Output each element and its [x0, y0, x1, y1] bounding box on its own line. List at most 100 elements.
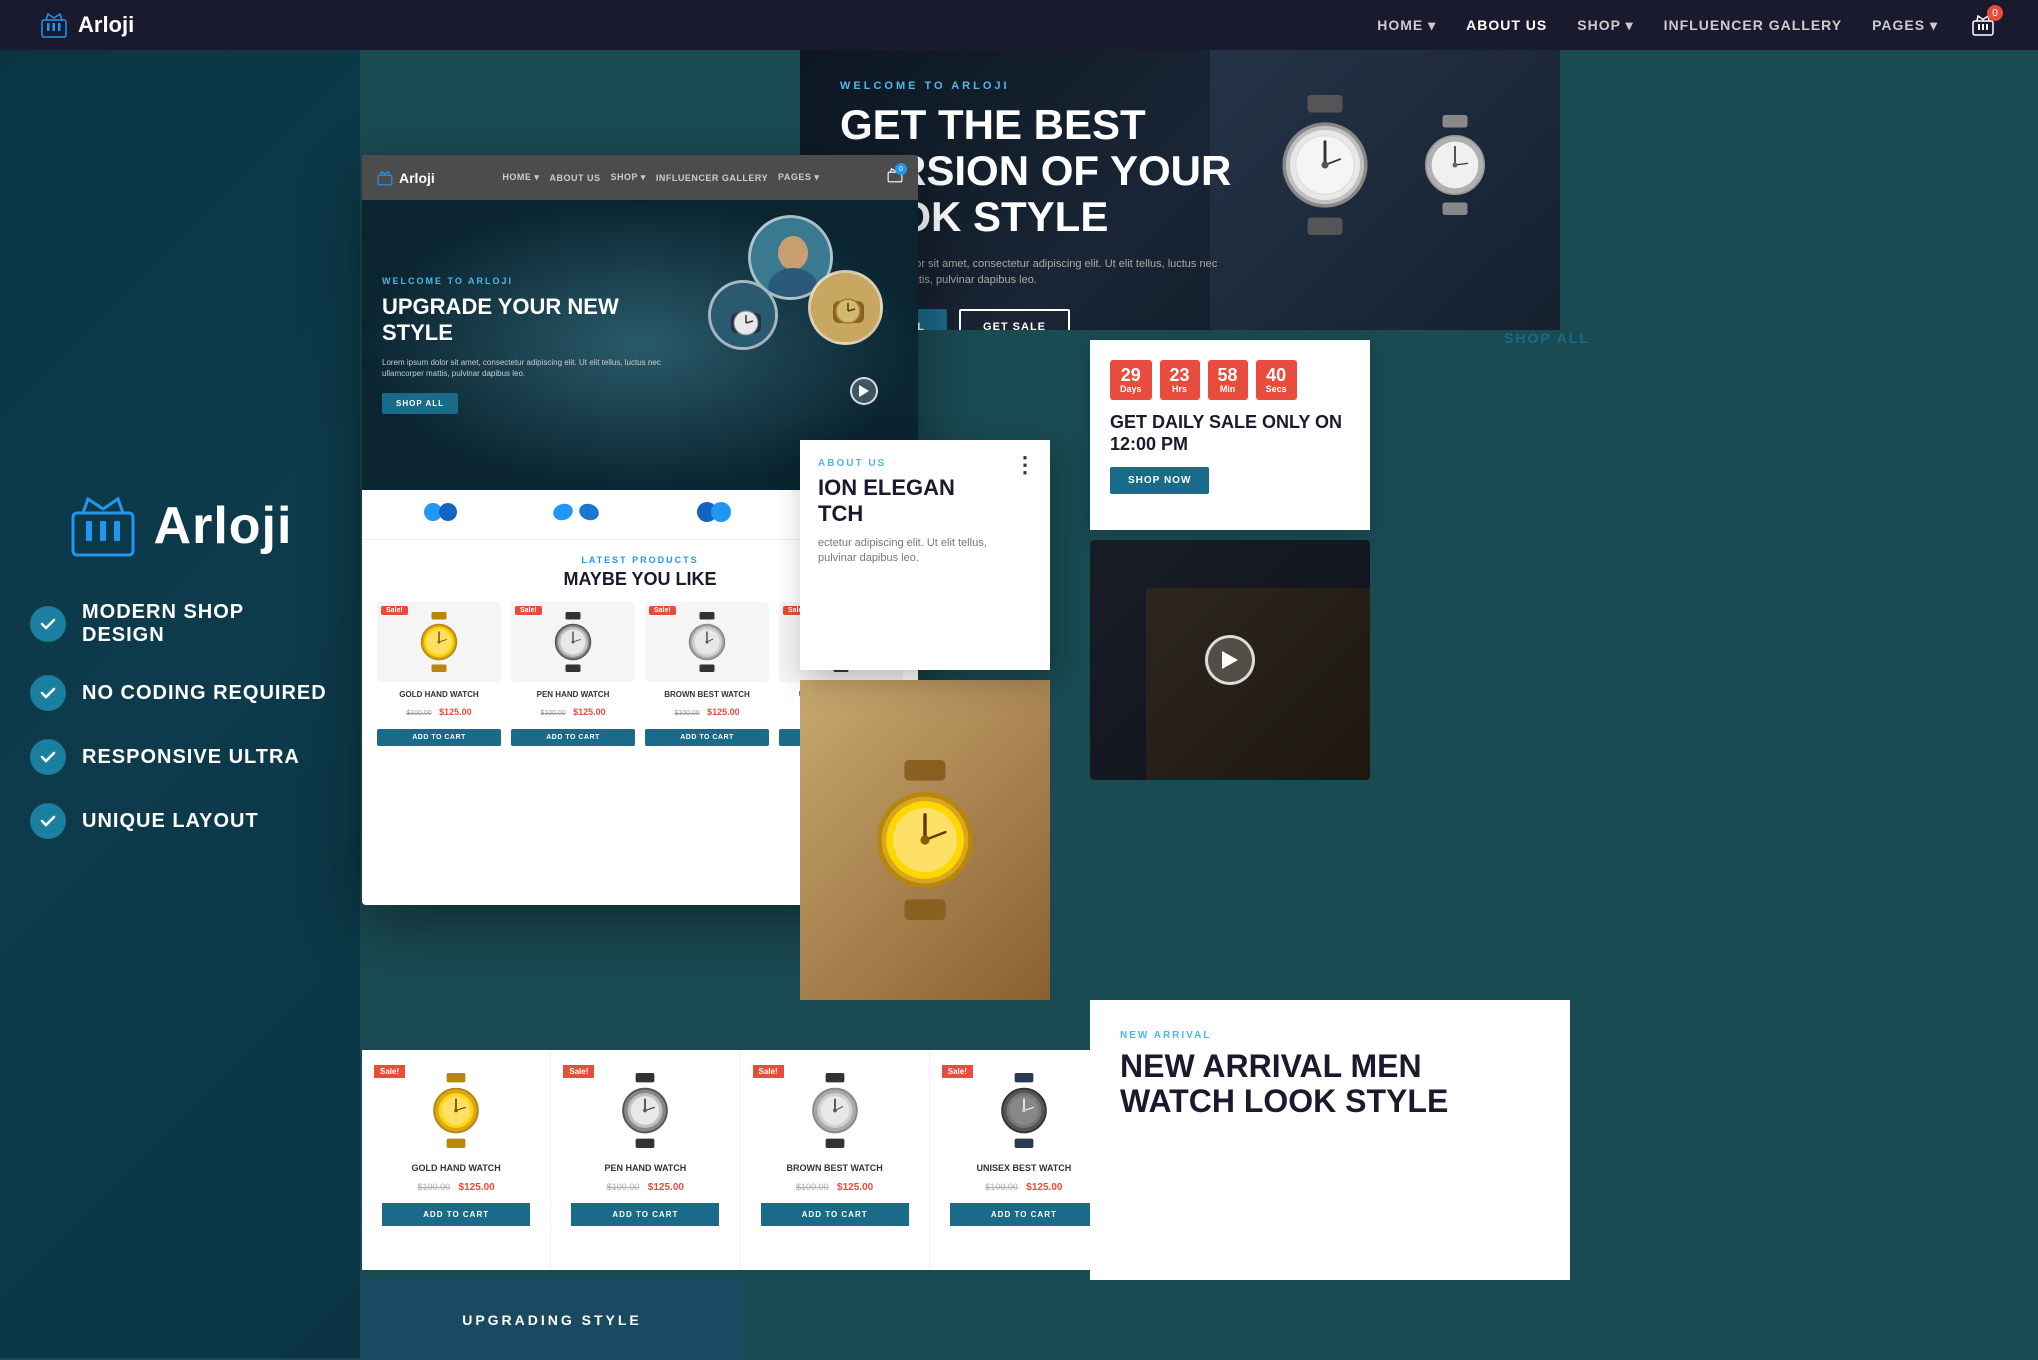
prod-add-btn-1[interactable]: ADD TO CART	[382, 1203, 530, 1226]
new-arrival-label: NEW ARRIVAL	[1120, 1030, 1540, 1041]
add-to-cart-gold[interactable]: ADD TO CART	[377, 729, 501, 746]
prod-add-btn-2[interactable]: ADD TO CART	[571, 1203, 719, 1226]
countdown-timers: 29 Days 23 Hrs 58 Min 40 Secs	[1110, 360, 1350, 400]
product-img-wrap-silver: Sale!	[511, 602, 635, 682]
inner-nav-links: HOME ▾ ABOUT US SHOP ▾ INFLUENCER GALLER…	[502, 172, 819, 183]
top-nav-basket-icon	[40, 11, 68, 39]
product-card-gold: Sale! GOLD HAND WATCH $100.00 $125.00 AD…	[377, 602, 501, 746]
left-content: Arloji MODERN SHOP DESIGN NO CODING REQU…	[30, 491, 330, 867]
shop-all-link[interactable]: ShOp ALl	[1504, 330, 1590, 346]
shop-now-button[interactable]: SHOP NOW	[1110, 467, 1209, 494]
prod-old-1: $100.00	[418, 1182, 451, 1192]
product-img-wrap-gold: Sale!	[377, 602, 501, 682]
add-to-cart-brown[interactable]: ADD TO CART	[645, 729, 769, 746]
bottom-products-row: Sale! GOLD HAND WATCH $100.00 $125.00 AD…	[362, 1050, 1118, 1270]
upgrading-label: UPGRADING STYLE	[462, 1312, 642, 1328]
feature-text-4: UNIQUE LAYOUT	[82, 810, 259, 833]
prod-sale-2: Sale!	[563, 1065, 594, 1078]
product-card-silver: Sale! PEN HAND WATCH $100.00 $125.00 ADD…	[511, 602, 635, 746]
inner-hero-content: WELCOME TO ARLOJI UPGRADE YOUR NEW STYLE…	[382, 276, 666, 414]
timer-min-num: 58	[1218, 366, 1238, 384]
inner-nav-about[interactable]: ABOUT US	[549, 173, 600, 183]
timer-sec: 40 Secs	[1256, 360, 1297, 400]
brand-logo-1	[423, 498, 458, 532]
inner-nav-influencer[interactable]: INFLUENCER GALLERY	[656, 173, 768, 183]
prod-name-4: UNISEX BEST WATCH	[942, 1163, 1106, 1173]
brand-name-left: Arloji	[154, 496, 293, 556]
prod-price-3: $100.00 $125.00	[753, 1177, 917, 1195]
prod-sale-3: Sale!	[753, 1065, 784, 1078]
top-navigation: Arloji HOME ▾ ABOUT US SHOP ▾ INFLUENCER…	[0, 0, 2038, 50]
nav-shop[interactable]: SHOP ▾	[1577, 17, 1633, 34]
nav-pages[interactable]: PAGES ▾	[1872, 17, 1938, 34]
inner-nav-home[interactable]: HOME ▾	[502, 172, 539, 183]
logo-area: Arloji	[30, 491, 330, 561]
video-card[interactable]	[1090, 540, 1370, 780]
check-icon-3	[30, 739, 66, 775]
prod-card-1: Sale! GOLD HAND WATCH $100.00 $125.00 AD…	[362, 1050, 551, 1270]
check-icon-1	[30, 606, 66, 642]
product-price-brown: $100.00 $125.00	[645, 702, 769, 720]
prod-new-1: $125.00	[459, 1182, 495, 1193]
prod-add-btn-4[interactable]: ADD TO CART	[950, 1203, 1098, 1226]
prod-price-2: $100.00 $125.00	[563, 1177, 727, 1195]
product-card-brown: Sale! BROWN BEST WATCH $100.00 $125.00 A…	[645, 602, 769, 746]
timer-days: 29 Days	[1110, 360, 1152, 400]
about-label: ABOUT US	[818, 458, 1032, 469]
nav-influencer[interactable]: INFLUENCER GALLERY	[1664, 17, 1842, 33]
prod-new-3: $125.00	[837, 1182, 873, 1193]
sale-badge-silver: Sale!	[515, 606, 542, 615]
basket-icon	[68, 491, 138, 561]
price-new-gold: $125.00	[439, 707, 472, 717]
prod-card-3: Sale! BROWN BEST WATCH $100.00 $125.00 A…	[741, 1050, 930, 1270]
play-button[interactable]	[850, 377, 878, 405]
price-old-gold: $100.00	[406, 710, 431, 717]
product-price-gold: $100.00 $125.00	[377, 702, 501, 720]
price-new-brown: $125.00	[707, 707, 740, 717]
about-menu-dots: ⋮	[1014, 452, 1036, 478]
about-title: ION ELEGANTCH	[818, 475, 1032, 528]
nav-about-us[interactable]: ABOUT US	[1466, 17, 1547, 33]
nav-home[interactable]: HOME ▾	[1377, 17, 1436, 34]
inner-cart[interactable]: 0	[887, 167, 903, 188]
hero-dark-label: WELCOME TO ARLOJI	[840, 80, 1520, 92]
timer-hrs-label: Hrs	[1170, 384, 1190, 394]
get-sale-button[interactable]: GET SALE	[959, 309, 1070, 330]
top-nav-logo: Arloji	[40, 11, 134, 39]
inner-hero-btn[interactable]: SHOP ALL	[382, 393, 458, 414]
prod-add-btn-3[interactable]: ADD TO CART	[761, 1203, 909, 1226]
check-icon-4	[30, 803, 66, 839]
timer-min-label: Min	[1218, 384, 1238, 394]
timer-days-num: 29	[1120, 366, 1142, 384]
timer-hrs-num: 23	[1170, 366, 1190, 384]
hero-circle-wrist	[708, 280, 778, 350]
prod-img-area-2: Sale!	[563, 1065, 727, 1155]
prod-price-1: $100.00 $125.00	[374, 1177, 538, 1195]
prod-sale-1: Sale!	[374, 1065, 405, 1078]
product-name-brown: BROWN BEST WATCH	[645, 690, 769, 699]
inner-nav-pages[interactable]: PAGES ▾	[778, 172, 819, 183]
prod-img-area-3: Sale!	[753, 1065, 917, 1155]
prod-sale-4: Sale!	[942, 1065, 973, 1078]
timer-days-label: Days	[1120, 384, 1142, 394]
prod-old-4: $100.00	[985, 1182, 1018, 1192]
inner-nav-brand: Arloji	[399, 170, 435, 186]
top-nav-cart[interactable]: 0	[1968, 10, 1998, 40]
timer-sec-label: Secs	[1266, 384, 1287, 394]
prod-old-2: $100.00	[607, 1182, 640, 1192]
prod-img-area-4: Sale!	[942, 1065, 1106, 1155]
timer-min: 58 Min	[1208, 360, 1248, 400]
add-to-cart-silver[interactable]: ADD TO CART	[511, 729, 635, 746]
prod-name-1: GOLD HAND WATCH	[374, 1163, 538, 1173]
inner-nav-logo: Arloji	[377, 170, 435, 186]
hero-dark-buttons: SHOP ALL GET SALE	[840, 309, 1520, 330]
prod-name-3: BROWN BEST WATCH	[753, 1163, 917, 1173]
prod-new-4: $125.00	[1026, 1182, 1062, 1193]
video-play-button[interactable]	[1205, 635, 1255, 685]
inner-hero-title: UPGRADE YOUR NEW STYLE	[382, 294, 666, 347]
feature-item-1: MODERN SHOP DESIGN	[30, 601, 330, 647]
prod-price-4: $100.00 $125.00	[942, 1177, 1106, 1195]
inner-nav-shop[interactable]: SHOP ▾	[610, 172, 645, 183]
timer-sec-num: 40	[1266, 366, 1287, 384]
inner-hero-desc: Lorem ipsum dolor sit amet, consectetur …	[382, 357, 666, 379]
